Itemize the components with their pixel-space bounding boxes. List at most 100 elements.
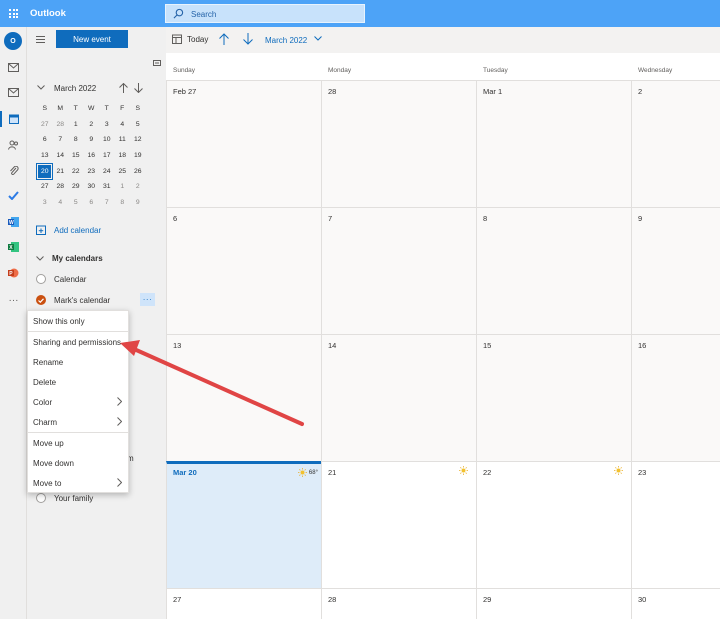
mini-calendar-day[interactable]: 6 [84,195,100,211]
mini-calendar-day[interactable]: 28 [53,117,69,133]
mini-calendar-day[interactable]: 28 [53,179,69,195]
mini-calendar-day[interactable]: 8 [68,132,84,148]
calendar-day-cell[interactable]: 13 [166,334,321,461]
calendar-item-calendar[interactable]: Calendar [36,274,86,284]
menu-item-move-to[interactable]: Move to [28,473,128,493]
calendar-checked-icon[interactable] [36,295,46,305]
hamburger-icon[interactable] [36,36,45,43]
mini-calendar-day[interactable]: 13 [37,148,53,164]
mini-calendar-day[interactable]: 14 [53,148,69,164]
arrow-up-icon[interactable] [219,33,229,45]
calendar-day-cell[interactable]: 22 [476,461,631,588]
calendar-day-cell[interactable]: Mar 20 68° [166,461,321,588]
mini-calendar-day[interactable]: 9 [130,195,146,211]
powerpoint-icon[interactable]: P [6,265,21,280]
calendar-day-cell[interactable]: 2 [631,80,720,207]
mini-calendar-day[interactable]: 29 [68,179,84,195]
mini-calendar-day[interactable]: 24 [99,163,115,179]
mini-calendar-day[interactable]: 3 [37,195,53,211]
calendar-day-cell[interactable]: 6 [166,207,321,334]
calendar-icon[interactable] [6,111,21,126]
mini-calendar-day[interactable]: 15 [68,148,84,164]
mini-calendar-day[interactable]: 3 [99,117,115,133]
mini-calendar-day[interactable]: 9 [84,132,100,148]
add-calendar-link[interactable]: Add calendar [36,225,101,235]
today-button[interactable]: Today [172,34,208,44]
month-selector[interactable]: March 2022 [265,36,307,45]
mini-calendar-month[interactable]: March 2022 [54,84,96,93]
mini-calendar-day[interactable]: 26 [130,163,146,179]
mail-icon[interactable] [6,60,21,75]
mini-calendar-day[interactable]: 7 [53,132,69,148]
calendar-day-cell[interactable]: 15 [476,334,631,461]
mini-calendar-day[interactable]: 20 [36,162,54,180]
todo-icon[interactable] [6,188,21,203]
calendar-day-cell[interactable]: 16 [631,334,720,461]
mini-calendar-day[interactable]: 18 [115,148,131,164]
mini-calendar-day[interactable]: 5 [130,117,146,133]
mini-calendar-day[interactable]: 30 [84,179,100,195]
calendar-day-cell[interactable]: Mar 1 [476,80,631,207]
calendar-day-cell[interactable]: 29 [476,588,631,619]
mini-calendar-day[interactable]: 5 [68,195,84,211]
mini-calendar-day[interactable]: 21 [53,163,69,179]
mini-calendar-day[interactable]: 11 [115,132,131,148]
calendar-day-cell[interactable]: 28 [321,80,476,207]
menu-item-move-up[interactable]: Move up [28,433,128,453]
collapse-pane-icon[interactable] [153,60,161,66]
mini-calendar-today[interactable]: 20 [36,162,54,180]
menu-item-move-down[interactable]: Move down [28,453,128,473]
mini-calendar-day[interactable]: 7 [99,195,115,211]
calendar-toggle-circle[interactable] [36,274,46,284]
excel-icon[interactable]: X [6,239,21,254]
calendar-day-cell[interactable]: 9 [631,207,720,334]
mini-calendar-day[interactable]: 12 [130,132,146,148]
mini-calendar-day[interactable]: 23 [84,163,100,179]
calendar-day-cell[interactable]: 28 [321,588,476,619]
mini-calendar-day[interactable]: 1 [68,117,84,133]
mini-calendar-day[interactable]: 16 [84,148,100,164]
calendar-day-cell[interactable]: 30 [631,588,720,619]
calendar-day-cell[interactable]: 8 [476,207,631,334]
mini-calendar-day[interactable]: 4 [53,195,69,211]
arrow-down-icon[interactable] [243,33,253,45]
outlook-app-icon[interactable]: O [4,32,22,50]
calendar-day-cell[interactable]: 23 [631,461,720,588]
mini-calendar-day[interactable]: 27 [37,179,53,195]
calendar-day-cell[interactable]: 7 [321,207,476,334]
attachment-icon[interactable] [6,163,21,178]
mail-icon-secondary[interactable] [6,85,21,100]
mini-calendar-day[interactable]: 4 [115,117,131,133]
calendar-day-cell[interactable]: 27 [166,588,321,619]
calendar-day-cell[interactable]: 14 [321,334,476,461]
people-icon[interactable] [6,137,21,152]
word-icon[interactable]: W [6,214,21,229]
mini-calendar-day[interactable]: 10 [99,132,115,148]
more-options-button[interactable]: ··· [140,293,155,306]
menu-item-show-this-only[interactable]: Show this only [28,311,128,331]
menu-item-delete[interactable]: Delete [28,372,128,392]
more-apps-icon[interactable]: ··· [6,293,21,308]
arrow-down-icon[interactable] [134,83,143,93]
mini-calendar-day[interactable]: 17 [99,148,115,164]
mini-calendar-day[interactable]: 2 [84,117,100,133]
mini-calendar-day[interactable]: 2 [130,179,146,195]
mini-calendar-day[interactable]: 25 [115,163,131,179]
mini-calendar-day[interactable]: 22 [68,163,84,179]
mini-calendar-day[interactable]: 6 [37,132,53,148]
menu-item-color[interactable]: Color [28,392,128,412]
search-input[interactable]: Search [165,4,365,23]
mini-calendar-day[interactable]: 1 [115,179,131,195]
calendar-item-your-family[interactable]: Your family [36,493,93,503]
new-event-button[interactable]: New event [56,30,128,48]
calendar-day-cell[interactable]: Feb 27 [166,80,321,207]
chevron-down-icon[interactable] [314,36,322,41]
calendar-toggle-circle[interactable] [36,493,46,503]
my-calendars-header[interactable]: My calendars [36,254,103,263]
calendar-day-cell[interactable]: 21 [321,461,476,588]
mini-calendar-day[interactable]: 31 [99,179,115,195]
chevron-down-icon[interactable] [37,85,45,90]
mini-calendar-day[interactable]: 27 [37,117,53,133]
calendar-item-marks-calendar[interactable]: Mark's calendar [36,295,110,305]
app-launcher-icon[interactable] [9,9,18,18]
